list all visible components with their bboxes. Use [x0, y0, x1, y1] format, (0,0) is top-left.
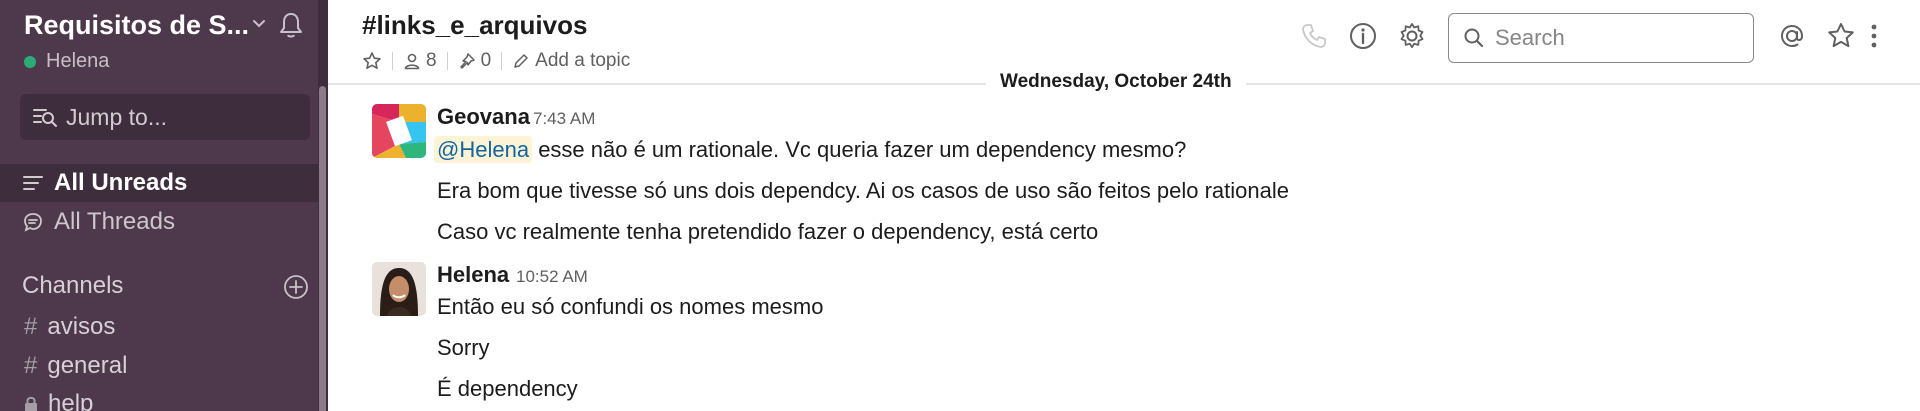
- channel-item-help[interactable]: help: [24, 390, 93, 411]
- message-sender[interactable]: Geovana: [437, 104, 530, 130]
- meta-divider: [501, 52, 503, 70]
- phone-icon[interactable]: [1298, 20, 1330, 52]
- add-topic-button[interactable]: Add a topic: [512, 50, 630, 72]
- user-name: Helena: [46, 50, 110, 72]
- channel-title[interactable]: #links_e_arquivos: [362, 10, 587, 41]
- hash-icon: #: [24, 352, 38, 379]
- lock-icon: [25, 396, 37, 411]
- message-timestamp[interactable]: 7:43 AM: [533, 109, 595, 129]
- channel-meta: 8 0 Add a topic: [362, 50, 630, 72]
- message-timestamp[interactable]: 10:52 AM: [516, 267, 588, 287]
- jump-search-icon: [33, 109, 57, 127]
- meta-divider: [446, 52, 448, 70]
- message-pane: Wednesday, October 24th Geovana 7:43 AM …: [328, 71, 1920, 411]
- search-icon: [1464, 28, 1484, 48]
- message-text: Sorry: [437, 335, 490, 360]
- list-icon: [23, 176, 43, 190]
- sidebar-item-label: All Unreads: [54, 169, 188, 196]
- pinned-count-button[interactable]: 0: [458, 50, 492, 72]
- jump-to-label: Jump to...: [66, 103, 167, 130]
- jump-to-button[interactable]: Jump to...: [20, 94, 310, 140]
- message-text: É dependency: [437, 376, 578, 401]
- pinned-count: 0: [480, 50, 492, 71]
- channel-name: general: [47, 352, 128, 379]
- channel-name: avisos: [47, 313, 116, 340]
- avatar-image: [372, 262, 426, 316]
- sidebar-item-label: All Threads: [54, 208, 175, 235]
- search-input[interactable]: Search: [1448, 13, 1754, 63]
- channel-name: help: [48, 390, 94, 411]
- user-presence[interactable]: Helena: [24, 50, 109, 73]
- sidebar-item-all-unreads[interactable]: All Unreads: [0, 164, 318, 202]
- avatar-geovana[interactable]: [372, 104, 426, 158]
- channel-item-general[interactable]: # general: [24, 352, 127, 380]
- message-text: Caso vc realmente tenha pretendido fazer…: [437, 219, 1099, 244]
- bell-icon[interactable]: [276, 10, 306, 40]
- channels-heading[interactable]: Channels: [22, 272, 123, 300]
- message-text: Era bom que tivesse só uns dois dependcy…: [437, 178, 1289, 203]
- pin-icon: [459, 53, 475, 69]
- more-options-icon[interactable]: [1864, 20, 1884, 52]
- add-topic-label: Add a topic: [535, 50, 631, 71]
- member-count: 8: [426, 50, 437, 71]
- threads-icon: [24, 213, 42, 232]
- info-icon[interactable]: [1347, 20, 1379, 52]
- at-mention-icon[interactable]: [1776, 20, 1808, 52]
- sidebar: Requisitos de S... Helena Jump to... All…: [0, 0, 328, 411]
- channel-item-avisos[interactable]: # avisos: [24, 313, 115, 341]
- search-placeholder: Search: [1495, 25, 1565, 50]
- person-icon: [404, 53, 420, 70]
- chevron-down-icon[interactable]: [250, 14, 268, 32]
- date-divider: Wednesday, October 24th: [986, 71, 1246, 93]
- hash-icon: #: [24, 313, 38, 340]
- sidebar-scrollbar[interactable]: [319, 86, 326, 411]
- avatar-helena[interactable]: [372, 262, 426, 316]
- online-status-dot: [24, 55, 36, 68]
- star-outline-icon[interactable]: [362, 51, 382, 71]
- message-text-content: esse não é um rationale. Vc queria fazer…: [538, 137, 1187, 162]
- team-name[interactable]: Requisitos de S...: [24, 10, 249, 41]
- member-count-button[interactable]: 8: [403, 50, 437, 72]
- message-text: Então eu só confundi os nomes mesmo: [437, 294, 824, 319]
- message-sender[interactable]: Helena: [437, 262, 509, 288]
- avatar-image: [372, 104, 426, 158]
- pencil-icon: [514, 54, 528, 68]
- sidebar-item-all-threads[interactable]: All Threads: [0, 203, 318, 241]
- add-channel-icon[interactable]: [283, 274, 309, 300]
- message-text: @Helena esse não é um rationale. Vc quer…: [434, 136, 1187, 163]
- user-mention[interactable]: @Helena: [434, 136, 533, 163]
- gear-icon[interactable]: [1396, 20, 1428, 52]
- meta-divider: [392, 52, 393, 70]
- star-icon[interactable]: [1825, 20, 1857, 52]
